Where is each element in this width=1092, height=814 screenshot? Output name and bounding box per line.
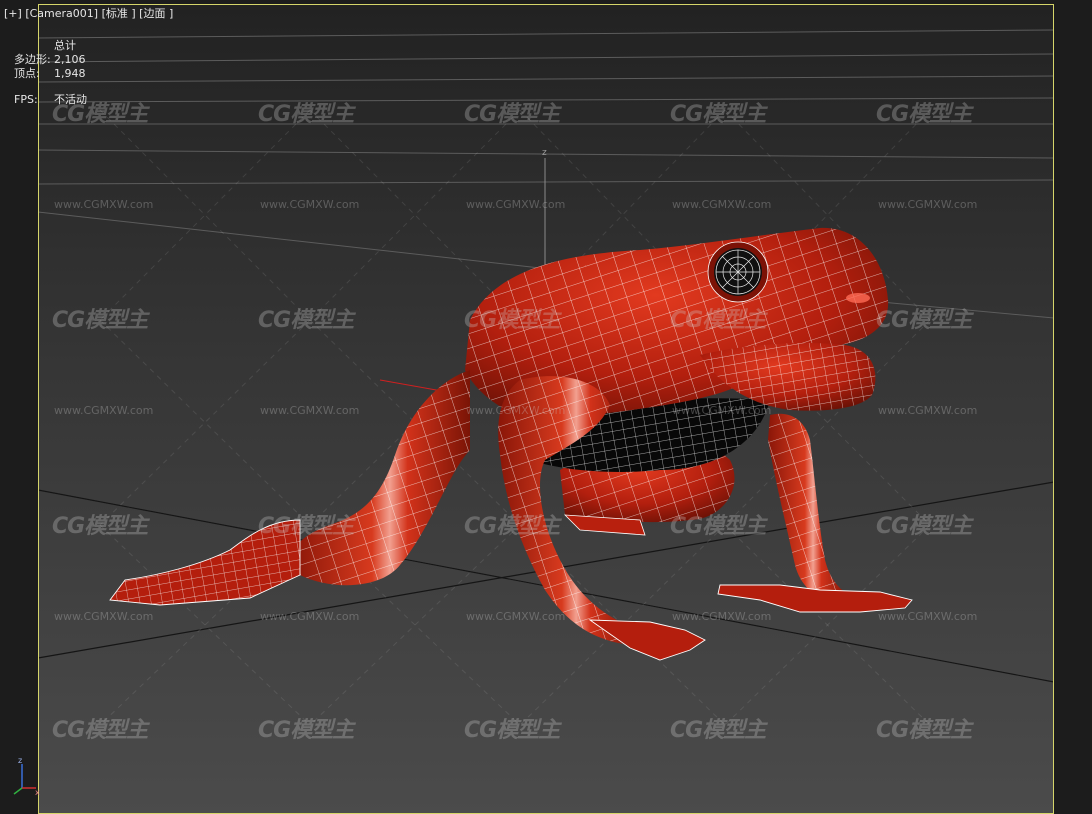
watermark-url: www.CGMXW.com — [466, 198, 566, 211]
watermark-logo: CG模型主 — [258, 514, 354, 539]
watermark-url: www.CGMXW.com — [260, 404, 360, 417]
watermark-logo: CG模型主 — [876, 718, 972, 743]
viewport-camera-menu[interactable]: [Camera001] — [25, 7, 98, 20]
svg-text:z: z — [18, 756, 22, 765]
watermark-url: www.CGMXW.com — [878, 404, 978, 417]
watermark-logo: CG模型主 — [464, 308, 560, 333]
viewport-edges-menu[interactable]: [边面 ] — [139, 7, 173, 20]
svg-text:x: x — [35, 788, 40, 796]
watermark-url: www.CGMXW.com — [260, 198, 360, 211]
watermark-logo: CG模型主 — [464, 718, 560, 743]
camera-viewport[interactable]: [+] [Camera001] [标准 ] [边面 ] 总计 多边形: 2,106… — [0, 0, 1092, 814]
watermark-url: www.CGMXW.com — [466, 610, 566, 623]
watermark-logo: CG模型主 — [876, 514, 972, 539]
watermark-logo: CG模型主 — [464, 102, 560, 127]
stats-header: 总计 — [54, 39, 76, 52]
watermark-logo: CG模型主 — [52, 308, 148, 333]
watermark-url: www.CGMXW.com — [54, 198, 154, 211]
viewport-shading-menu[interactable]: [标准 ] — [102, 7, 136, 20]
watermark-url: www.CGMXW.com — [672, 404, 772, 417]
watermark-logo: CG模型主 — [52, 718, 148, 743]
watermark-logo: CG模型主 — [670, 102, 766, 127]
fps-label: FPS: — [14, 93, 38, 106]
watermark-url: www.CGMXW.com — [878, 610, 978, 623]
viewport-plus-menu[interactable]: [+] — [4, 7, 22, 20]
viewport-label-menu: [+] [Camera001] [标准 ] [边面 ] — [4, 7, 173, 21]
watermark-logo: CG模型主 — [52, 102, 148, 127]
watermark-logo: CG模型主 — [670, 718, 766, 743]
watermark-logo: CG模型主 — [258, 102, 354, 127]
verts-value: 1,948 — [54, 67, 86, 80]
watermark-logo: CG模型主 — [258, 718, 354, 743]
watermark-logo: CG模型主 — [670, 514, 766, 539]
watermark-logo: CG模型主 — [464, 514, 560, 539]
watermark-url: www.CGMXW.com — [466, 404, 566, 417]
watermark-logo: CG模型主 — [876, 102, 972, 127]
watermark-logo: CG模型主 — [52, 514, 148, 539]
watermark-url: www.CGMXW.com — [54, 404, 154, 417]
world-z-label: z — [542, 148, 547, 158]
watermark-url: www.CGMXW.com — [672, 198, 772, 211]
watermark-logo: CG模型主 — [876, 308, 972, 333]
watermark-url: www.CGMXW.com — [54, 610, 154, 623]
polys-value: 2,106 — [54, 53, 86, 66]
watermark-url: www.CGMXW.com — [878, 198, 978, 211]
verts-label: 顶点: — [14, 67, 40, 80]
axis-gizmo-icon: z x — [8, 756, 42, 797]
watermark-logo: CG模型主 — [670, 308, 766, 333]
watermark-logo: CG模型主 — [258, 308, 354, 333]
watermark-url: www.CGMXW.com — [672, 610, 772, 623]
polys-label: 多边形: — [14, 53, 51, 66]
watermark-url: www.CGMXW.com — [260, 610, 360, 623]
